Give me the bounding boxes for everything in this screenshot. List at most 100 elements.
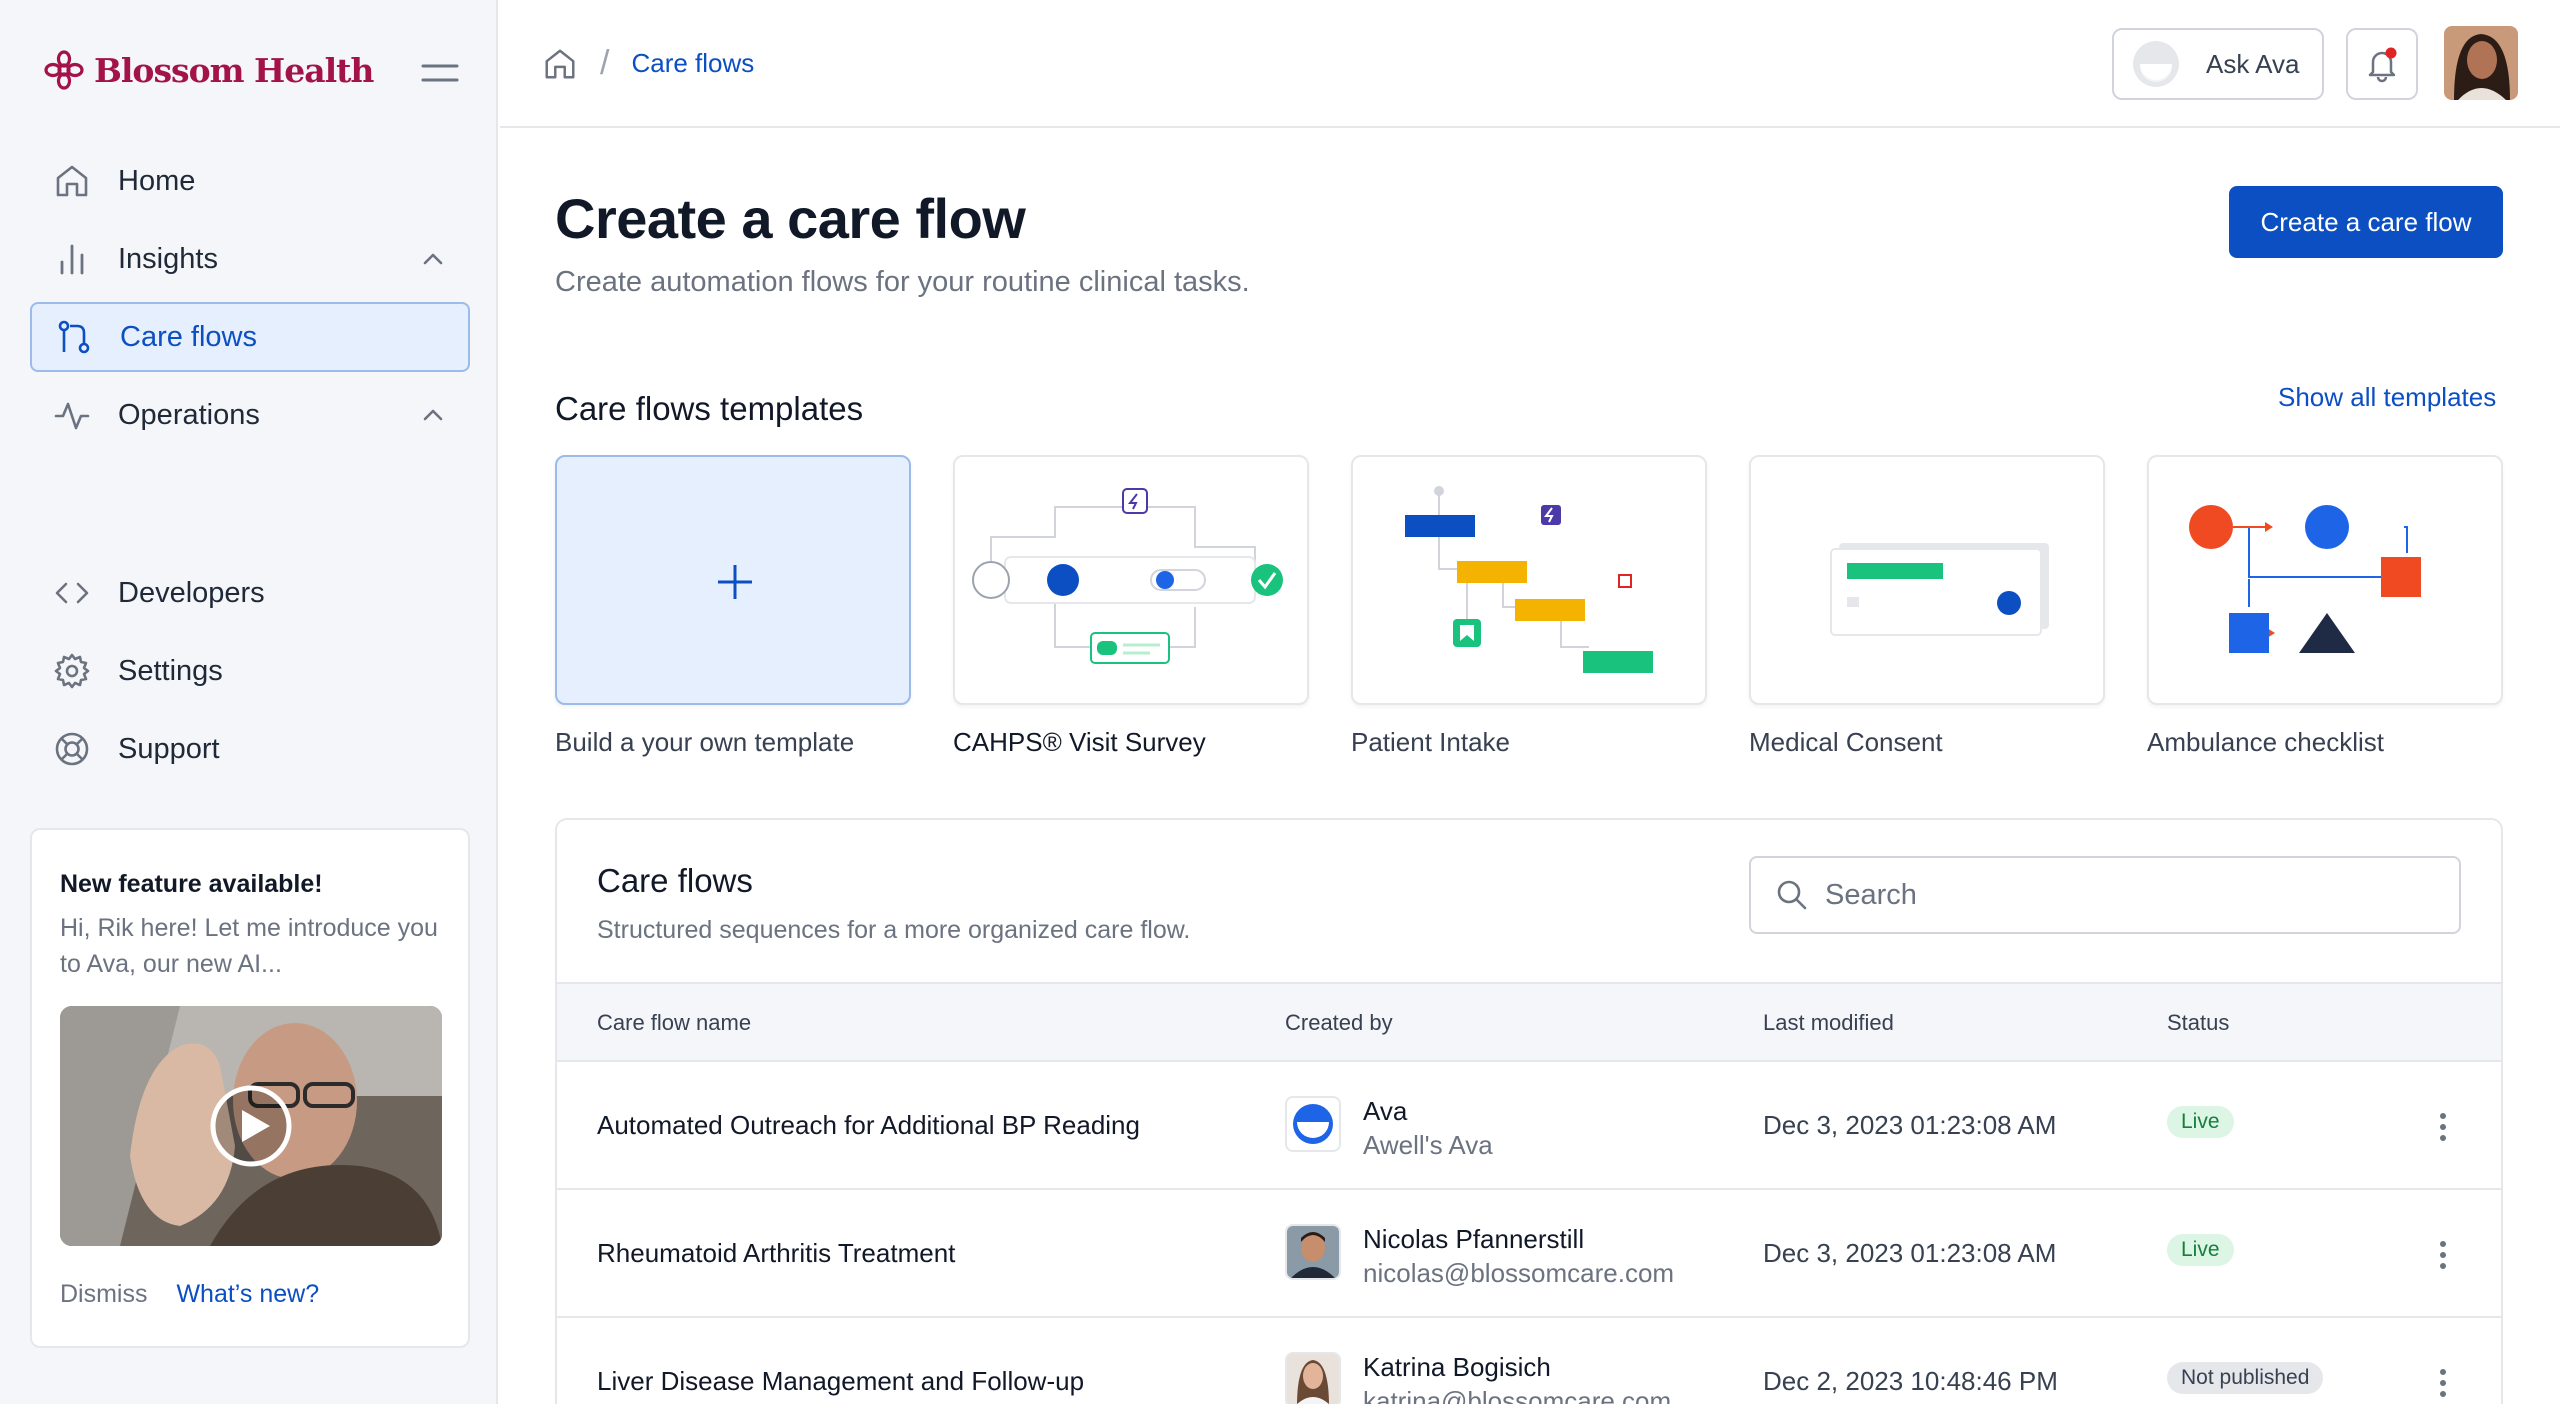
care-flow-name[interactable]: Liver Disease Management and Follow-up [597, 1366, 1084, 1397]
template-card[interactable] [1749, 455, 2105, 705]
secondary-nav: Developers Settings Support [30, 558, 470, 792]
sidebar-item-label: Home [118, 164, 196, 197]
last-modified: Dec 3, 2023 01:23:08 AM [1763, 1110, 2057, 1140]
whats-new-link[interactable]: What’s new? [176, 1280, 319, 1308]
sidebar-item-support[interactable]: Support [30, 714, 470, 784]
notifications-button[interactable] [2346, 28, 2418, 100]
feature-actions: Dismiss What’s new? [60, 1280, 319, 1309]
creator: Katrina Bogisich katrina@blossomcare.com [1285, 1352, 1671, 1404]
feature-title: New feature available! [60, 870, 323, 898]
page-subtitle: Create automation flows for your routine… [555, 266, 1250, 298]
creator: Nicolas Pfannerstill nicolas@blossomcare… [1285, 1224, 1674, 1292]
sidebar-item-settings[interactable]: Settings [30, 636, 470, 706]
sidebar-item-label: Insights [118, 242, 218, 275]
chevron-up-icon[interactable] [420, 246, 446, 272]
home-icon [52, 161, 92, 201]
create-care-flow-button[interactable]: Create a care flow [2229, 186, 2503, 258]
sidebar-item-label: Support [118, 732, 220, 765]
more-options-icon[interactable] [2431, 1366, 2455, 1400]
sidebar-item-label: Developers [118, 576, 265, 609]
breadcrumb-separator: / [600, 44, 610, 82]
collapse-menu-icon[interactable] [420, 58, 460, 88]
status-badge: Live [2167, 1106, 2234, 1138]
creator-name: Ava [1363, 1096, 1408, 1126]
breadcrumb: / Care flows [542, 44, 754, 83]
care-flows-table-card: Care flows Structured sequences for a mo… [555, 818, 2503, 1404]
home-icon[interactable] [542, 46, 578, 82]
column-header-status[interactable]: Status [2167, 1010, 2229, 1036]
ava-icon [2133, 41, 2179, 87]
ask-ava-button[interactable]: Ask Ava [2112, 28, 2324, 100]
sidebar-item-insights[interactable]: Insights [30, 224, 470, 294]
templates-title: Care flows templates [555, 390, 864, 427]
search-icon [1777, 880, 1807, 910]
play-icon[interactable] [208, 1083, 294, 1169]
creator-subtitle: Awell's Ava [1363, 1130, 1493, 1160]
show-all-templates-link[interactable]: Show all templates [2278, 382, 2496, 413]
template-medical-consent[interactable]: Medical Consent [1749, 455, 2105, 758]
status-badge: Live [2167, 1234, 2234, 1266]
care-flow-name[interactable]: Automated Outreach for Additional BP Rea… [597, 1110, 1140, 1141]
template-card[interactable] [1351, 455, 1707, 705]
more-options-icon[interactable] [2431, 1110, 2455, 1144]
checklist-illustration-icon [2189, 505, 2421, 653]
table-row[interactable]: Rheumatoid Arthritis Treatment Nicolas P… [557, 1190, 2501, 1318]
bar-chart-icon [52, 239, 92, 279]
table-header: Care flow name Created by Last modified … [557, 982, 2501, 1062]
template-label: CAHPS® Visit Survey [953, 727, 1206, 757]
column-header-name[interactable]: Care flow name [597, 1010, 751, 1036]
creator-name: Nicolas Pfannerstill [1363, 1224, 1585, 1254]
care-flow-name[interactable]: Rheumatoid Arthritis Treatment [597, 1238, 955, 1269]
feature-text: Hi, Rik here! Let me introduce you to Av… [60, 914, 438, 978]
breadcrumb-care-flows[interactable]: Care flows [631, 48, 754, 79]
template-patient-intake[interactable]: Patient Intake [1351, 455, 1707, 758]
table-title: Care flows [597, 862, 753, 899]
creator: Ava Awell's Ava [1285, 1096, 1493, 1164]
more-options-icon[interactable] [2431, 1238, 2455, 1272]
consent-illustration-icon [1830, 543, 2049, 636]
search-input[interactable] [1825, 878, 2425, 912]
brand-logo[interactable]: Blossom Health [44, 50, 374, 90]
bell-icon [2368, 47, 2397, 83]
user-avatar[interactable] [2444, 26, 2518, 100]
blossom-logo-icon [44, 50, 84, 90]
column-header-last-modified[interactable]: Last modified [1763, 1010, 1894, 1036]
brand-name: Blossom Health [94, 50, 374, 90]
last-modified: Dec 3, 2023 01:23:08 AM [1763, 1238, 2057, 1268]
sidebar-item-label: Settings [118, 654, 223, 687]
column-header-created-by[interactable]: Created by [1285, 1010, 1393, 1036]
avatar [1285, 1224, 1341, 1280]
survey-illustration-icon [972, 488, 1283, 664]
table-subtitle: Structured sequences for a more organize… [597, 916, 1191, 944]
template-card[interactable] [953, 455, 1309, 705]
sidebar-item-operations[interactable]: Operations [30, 380, 470, 450]
feature-video[interactable] [60, 1006, 442, 1246]
dismiss-link[interactable]: Dismiss [60, 1280, 148, 1308]
sidebar-item-care-flows[interactable]: Care flows [30, 302, 470, 372]
template-card[interactable] [2147, 455, 2503, 705]
sidebar-item-label: Operations [118, 398, 260, 431]
sidebar-item-label: Care flows [120, 320, 257, 353]
creator-subtitle: nicolas@blossomcare.com [1363, 1258, 1675, 1288]
table-row[interactable]: Liver Disease Management and Follow-up K… [557, 1318, 2501, 1404]
primary-nav: Home Insights Care flows Operations [30, 146, 470, 458]
template-label: Patient Intake [1351, 727, 1510, 757]
template-ambulance-checklist[interactable]: Ambulance checklist [2147, 455, 2503, 758]
sidebar: Blossom Health Home Insights Care flows [0, 0, 498, 1404]
avatar [1285, 1352, 1341, 1404]
chevron-up-icon[interactable] [420, 402, 446, 428]
search-box[interactable] [1749, 856, 2461, 934]
template-label: Build a your own template [555, 727, 855, 757]
template-card[interactable] [555, 455, 911, 705]
new-feature-card: New feature available! Hi, Rik here! Let… [30, 828, 470, 1348]
template-build-own[interactable]: Build a your own template [555, 455, 911, 758]
table-row[interactable]: Automated Outreach for Additional BP Rea… [557, 1062, 2501, 1190]
creator-name: Katrina Bogisich [1363, 1352, 1551, 1382]
code-icon [52, 573, 92, 613]
sidebar-item-developers[interactable]: Developers [30, 558, 470, 628]
sidebar-item-home[interactable]: Home [30, 146, 470, 216]
template-cahps[interactable]: CAHPS® Visit Survey [953, 455, 1309, 758]
gear-icon [52, 651, 92, 691]
last-modified: Dec 2, 2023 10:48:46 PM [1763, 1366, 2058, 1396]
template-label: Ambulance checklist [2147, 727, 2384, 757]
